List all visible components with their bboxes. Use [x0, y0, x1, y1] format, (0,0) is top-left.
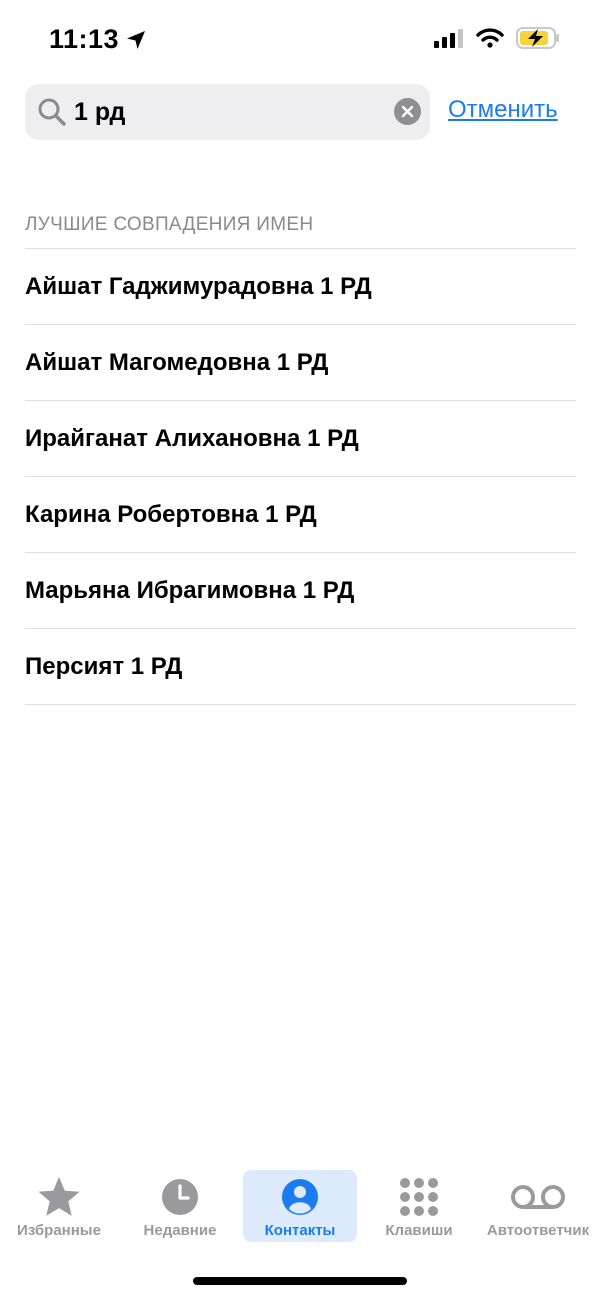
- status-bar: 11:13: [0, 0, 600, 80]
- tab-contacts[interactable]: Контакты: [243, 1170, 357, 1242]
- contact-name: Айшат Магомедовна 1 РД: [25, 348, 329, 376]
- star-icon: [38, 1177, 80, 1216]
- tab-label: Контакты: [264, 1222, 336, 1239]
- keypad-icon: [400, 1178, 438, 1216]
- location-arrow-icon: [127, 30, 146, 49]
- close-icon: [401, 105, 414, 118]
- cellular-signal-icon: [434, 29, 463, 48]
- list-item[interactable]: Карина Робертовна 1 РД: [25, 477, 576, 553]
- results-list: Айшат Гаджимурадовна 1 РД Айшат Магомедо…: [25, 248, 576, 705]
- contact-name: Айшат Гаджимурадовна 1 РД: [25, 272, 372, 300]
- contact-name: Марьяна Ибрагимовна 1 РД: [25, 576, 355, 604]
- clear-search-button[interactable]: [394, 98, 421, 125]
- tab-label: Недавние: [143, 1222, 217, 1239]
- list-item[interactable]: Марьяна Ибрагимовна 1 РД: [25, 553, 576, 629]
- contact-name: Ирайганат Алихановна 1 РД: [25, 424, 359, 452]
- tab-bar: Избранные Недавние Контакты Клавиши Авто…: [0, 1170, 600, 1250]
- wifi-icon: [476, 28, 504, 48]
- clock-icon: [162, 1179, 198, 1215]
- battery-charging-icon: [516, 27, 559, 49]
- voicemail-icon: [511, 1185, 565, 1209]
- cancel-button[interactable]: Отменить: [448, 96, 558, 124]
- tab-favorites[interactable]: Избранные: [2, 1170, 116, 1242]
- search-input[interactable]: [74, 92, 384, 132]
- list-item[interactable]: Персият 1 РД: [25, 629, 576, 705]
- tab-label: Клавиши: [385, 1222, 453, 1239]
- search-icon: [38, 98, 66, 126]
- tab-voicemail[interactable]: Автоответчик: [481, 1170, 595, 1242]
- search-field[interactable]: [25, 84, 430, 140]
- status-icons: [434, 26, 560, 50]
- tab-keypad[interactable]: Клавиши: [362, 1170, 476, 1242]
- tab-label: Автоответчик: [486, 1222, 590, 1239]
- list-item[interactable]: Айшат Гаджимурадовна 1 РД: [25, 249, 576, 325]
- contact-name: Карина Робертовна 1 РД: [25, 500, 317, 528]
- section-header: ЛУЧШИЕ СОВПАДЕНИЯ ИМЕН: [25, 214, 314, 235]
- contact-name: Персият 1 РД: [25, 652, 183, 680]
- list-item[interactable]: Ирайганат Алихановна 1 РД: [25, 401, 576, 477]
- status-time-text: 11:13: [49, 24, 120, 54]
- list-item[interactable]: Айшат Магомедовна 1 РД: [25, 325, 576, 401]
- status-time: 11:13: [49, 24, 147, 55]
- person-circle-icon: [282, 1179, 318, 1215]
- tab-recents[interactable]: Недавние: [123, 1170, 237, 1242]
- search-row: Отменить: [25, 84, 577, 140]
- home-indicator[interactable]: [193, 1277, 407, 1285]
- tab-label: Избранные: [17, 1222, 101, 1239]
